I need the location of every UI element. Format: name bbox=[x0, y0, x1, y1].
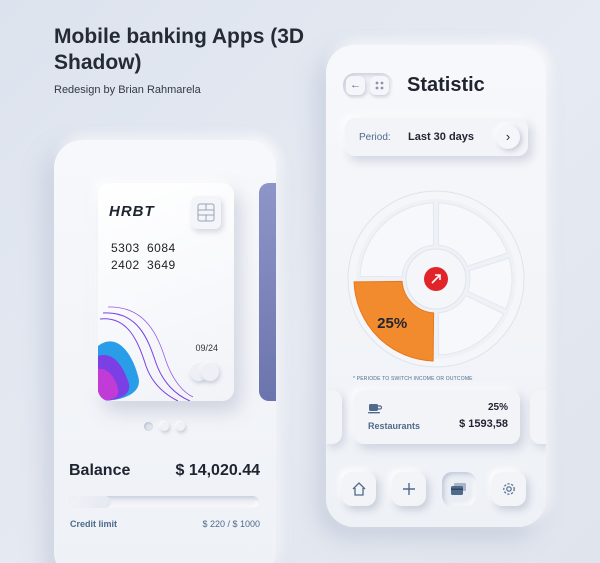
card-expiry: 09/24 bbox=[195, 343, 218, 353]
card-number-group: 3649 bbox=[147, 258, 176, 272]
card-number-line-2: 2402 3649 bbox=[111, 258, 183, 272]
card-carousel-dots bbox=[144, 422, 185, 431]
bank-card[interactable]: HRBT 5303 6084 2402 3649 09/24 bbox=[98, 183, 234, 401]
period-label: Period: bbox=[359, 132, 391, 143]
pie-slice-label: 25% bbox=[377, 315, 407, 332]
transaction-amount: $ 1593,58 bbox=[459, 418, 508, 430]
coffee-cup-icon bbox=[368, 404, 382, 414]
grid-icon[interactable] bbox=[370, 76, 389, 95]
card-number-line-1: 5303 6084 bbox=[111, 241, 183, 255]
page-title: Statistic bbox=[407, 74, 485, 96]
spending-pie-chart[interactable]: 25% bbox=[346, 189, 526, 369]
carousel-dot[interactable] bbox=[144, 422, 153, 431]
prev-transaction-peek[interactable] bbox=[326, 390, 342, 444]
plus-icon[interactable] bbox=[392, 472, 426, 506]
balance-label: Balance bbox=[69, 462, 131, 479]
chip-icon bbox=[191, 196, 221, 229]
carousel-dot[interactable] bbox=[160, 422, 169, 431]
card-wave-art bbox=[98, 306, 193, 401]
card-network-icon bbox=[190, 363, 220, 381]
credit-limit-fill bbox=[69, 496, 111, 508]
cards-screen: HRBT 5303 6084 2402 3649 09/24 Balance $… bbox=[54, 140, 276, 563]
settings-icon[interactable] bbox=[492, 472, 526, 506]
credit-limit-value: $ 220 / $ 1000 bbox=[202, 519, 260, 529]
period-selector[interactable]: Period: Last 30 days › bbox=[345, 118, 528, 156]
card-number-group: 6084 bbox=[147, 241, 176, 255]
pie-hint: * PERIODE TO SWITCH INCOME OR OUTCOME bbox=[353, 376, 473, 382]
chevron-right-icon[interactable]: › bbox=[496, 125, 520, 149]
card-number-group: 5303 bbox=[111, 241, 140, 255]
back-arrow-icon[interactable]: ← bbox=[346, 76, 365, 95]
next-transaction-peek[interactable] bbox=[530, 390, 546, 444]
balance-value: $ 14,020.44 bbox=[175, 462, 260, 479]
period-value: Last 30 days bbox=[408, 131, 475, 143]
transaction-percent: 25% bbox=[487, 402, 508, 413]
hero-title: Mobile banking Apps (3D Shadow) bbox=[54, 25, 305, 74]
card-brand-logo: HRBT bbox=[109, 203, 155, 220]
bottom-nav bbox=[342, 472, 526, 506]
cards-icon[interactable] bbox=[442, 472, 476, 506]
transaction-card[interactable]: Restaurants 25% $ 1593,58 bbox=[354, 390, 520, 444]
credit-limit-bar bbox=[69, 496, 259, 508]
header-nav-group: ← bbox=[343, 73, 393, 98]
home-icon[interactable] bbox=[342, 472, 376, 506]
transaction-category: Restaurants bbox=[368, 421, 421, 431]
card-number-group: 2402 bbox=[111, 258, 140, 272]
carousel-dot[interactable] bbox=[176, 422, 185, 431]
credit-limit-label: Credit limit bbox=[70, 519, 118, 529]
statistic-screen: ← Statistic Period: Last 30 days › 25% *… bbox=[326, 45, 546, 527]
hero-subtitle: Redesign by Brian Rahmarela bbox=[54, 84, 201, 96]
next-card-peek[interactable] bbox=[259, 183, 276, 401]
